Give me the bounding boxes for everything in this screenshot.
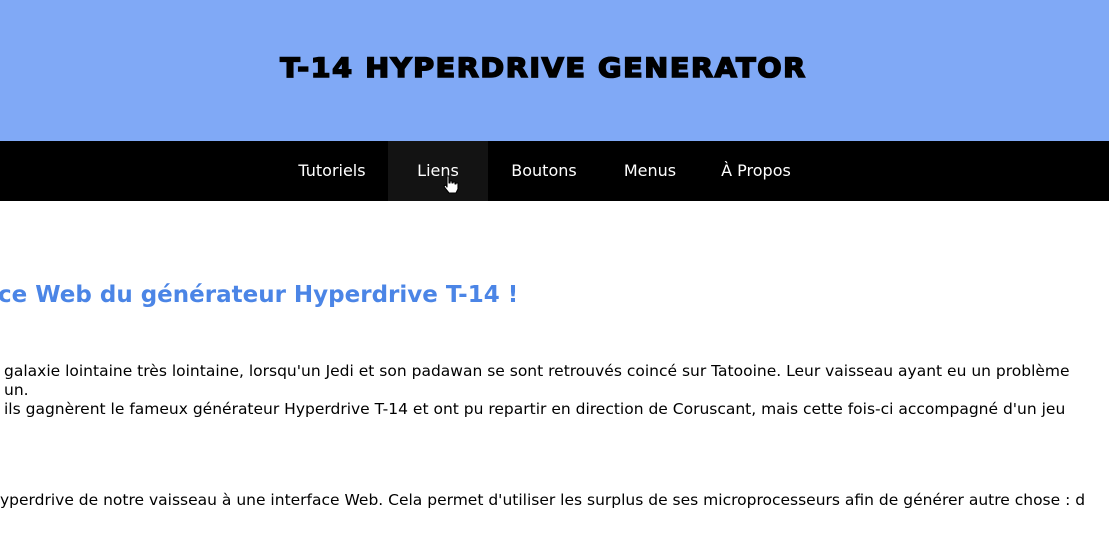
nav-item-a-propos[interactable]: À Propos: [706, 141, 806, 201]
site-header: T-14 HYPERDRIVE GENERATOR: [0, 0, 1109, 141]
nav-item-menus[interactable]: Menus: [600, 141, 700, 201]
main-navbar: Tutoriels Liens Boutons Menus À Propos: [0, 141, 1109, 201]
second-paragraph: yperdrive de notre vaisseau à une interf…: [0, 491, 1086, 509]
nav-item-tutoriels[interactable]: Tutoriels: [282, 141, 382, 201]
nav-item-liens[interactable]: Liens: [388, 141, 488, 201]
intro-line-2: un.: [4, 381, 29, 399]
intro-line-1: galaxie lointaine très lointaine, lorsqu…: [4, 362, 1070, 380]
hand-pointer-icon: [443, 175, 459, 194]
site-title: T-14 HYPERDRIVE GENERATOR: [279, 52, 807, 85]
nav-item-boutons[interactable]: Boutons: [494, 141, 594, 201]
page-heading: ce Web du générateur Hyperdrive T-14 !: [0, 282, 519, 308]
intro-line-3: ils gagnèrent le fameux générateur Hyper…: [4, 400, 1066, 418]
